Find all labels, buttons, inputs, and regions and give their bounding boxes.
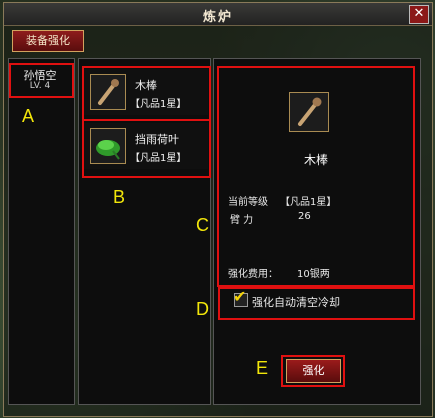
detail-item-name: 木棒 — [303, 153, 328, 167]
marker-d: D — [196, 299, 209, 319]
item-name: 木棒 — [135, 79, 157, 92]
lotus-leaf-icon — [90, 128, 126, 164]
cost-label: 强化费用： — [228, 269, 278, 280]
close-button[interactable]: ✕ — [409, 5, 429, 24]
stat-label: 臂 力 — [230, 215, 254, 226]
marker-c: C — [196, 215, 209, 235]
window-title: 炼炉 — [202, 10, 233, 25]
item-grade: 【凡品1星】 — [130, 99, 187, 110]
character-panel — [8, 58, 75, 405]
stat-value: 26 — [298, 211, 311, 222]
tab-equipment-enhance[interactable]: 装备强化 — [12, 30, 84, 52]
character-level: LV. 4 — [29, 81, 51, 91]
wooden-staff-icon — [90, 74, 126, 110]
wooden-staff-icon — [289, 92, 329, 132]
item-slot[interactable]: 木棒 【凡品1星】 — [84, 69, 208, 115]
marker-b: B — [113, 187, 126, 207]
auto-cooldown-label[interactable]: 强化自动清空冷却 — [252, 294, 340, 310]
title-bar: 炼炉 ✕ — [4, 3, 432, 26]
item-name: 挡雨荷叶 — [135, 133, 179, 146]
marker-e: E — [256, 358, 269, 378]
item-grade: 【凡品1星】 — [130, 153, 187, 164]
cost-value: 10银两 — [297, 269, 330, 280]
marker-a: A — [22, 106, 35, 126]
current-level-value: 【凡品1星】 — [280, 197, 337, 208]
item-slot[interactable]: 挡雨荷叶 【凡品1星】 — [84, 123, 208, 169]
current-level-label: 当前等级 — [228, 197, 268, 208]
checkmark-icon: ✔ — [233, 287, 247, 306]
enhance-button[interactable]: 强化 — [286, 359, 341, 383]
